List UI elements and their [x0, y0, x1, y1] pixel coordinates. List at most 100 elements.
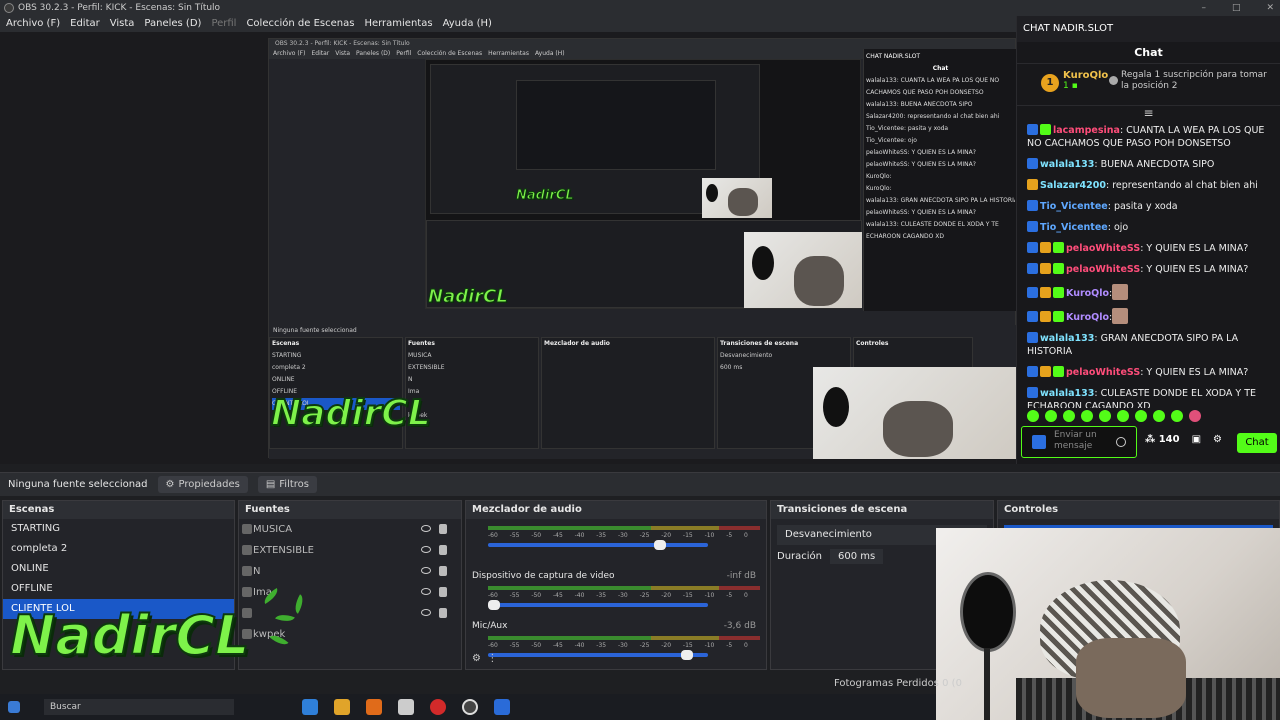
chat-username[interactable]: Salazar4200	[1040, 180, 1106, 191]
emote-icon[interactable]	[1171, 410, 1183, 422]
source-item[interactable]: MUSICA	[239, 519, 461, 540]
properties-button[interactable]: ⚙ Propiedades	[157, 476, 248, 493]
emote-icon[interactable]	[1135, 410, 1147, 422]
brave-icon[interactable]	[366, 699, 382, 715]
mini-menu-item: Herramientas	[488, 50, 529, 57]
emote-icon[interactable]	[1189, 410, 1201, 422]
mini-chat-line: walala133: BUENA ANECDOTA SIPO	[866, 101, 973, 108]
crown-badge-icon	[1040, 287, 1051, 298]
chat-username[interactable]: pelaoWhiteSS	[1066, 243, 1140, 254]
edge-icon[interactable]	[302, 699, 318, 715]
eye-icon[interactable]	[421, 609, 431, 616]
chat-username[interactable]: walala133	[1040, 159, 1094, 170]
window-title: OBS 30.2.3 - Perfil: KICK - Escenas: Sin…	[18, 3, 221, 13]
emote-icon[interactable]	[1153, 410, 1165, 422]
chat-username[interactable]: walala133	[1040, 333, 1094, 344]
chat-text: : Y QUIEN ES LA MINA?	[1140, 264, 1249, 275]
chat-username[interactable]: lacampesina	[1053, 125, 1120, 136]
menu-item[interactable]: Vista	[110, 16, 135, 32]
minimize-icon[interactable]: –	[1201, 0, 1206, 16]
duration-input[interactable]: 600 ms	[830, 549, 884, 564]
chat-username[interactable]: Tio_Vicentee	[1040, 222, 1108, 233]
mixer-title: Mezclador de audio	[466, 501, 766, 519]
fader-knob[interactable]	[681, 650, 694, 660]
chat-input[interactable]: Enviar un mensaje	[1021, 426, 1137, 458]
menu-item[interactable]: Ayuda (H)	[443, 16, 492, 32]
mixer-channel: Mic/Aux -3,6 dB -60 -55 -50 -45 -40 -35 -30 -25 -2…	[466, 619, 766, 669]
chat-message: Tio_Vicentee: pasita y xoda	[1027, 196, 1265, 217]
chat-username[interactable]: KuroQlo	[1066, 288, 1109, 299]
eye-icon[interactable]	[421, 525, 431, 532]
emote-icon[interactable]	[1063, 410, 1075, 422]
emote-icon[interactable]	[1081, 410, 1093, 422]
filters-button[interactable]: ▤ Filtros	[257, 476, 318, 493]
chat-username[interactable]: walala133	[1040, 388, 1094, 399]
eye-icon[interactable]	[421, 567, 431, 574]
tick-label: -40	[574, 532, 585, 539]
app-icon[interactable]	[494, 699, 510, 715]
gear-icon[interactable]: ⚙	[1213, 434, 1222, 445]
emote-icon[interactable]	[1045, 410, 1057, 422]
store-icon[interactable]: ▣	[1192, 434, 1201, 445]
lock-icon[interactable]	[439, 545, 447, 555]
chat-username[interactable]: KuroQlo	[1066, 312, 1109, 323]
chat-username[interactable]: Tio_Vicentee	[1040, 201, 1108, 212]
kick-badge-icon	[1027, 242, 1038, 253]
scene-item[interactable]: ONLINE	[3, 559, 234, 579]
source-item[interactable]	[239, 603, 461, 624]
chat-window-title: CHAT NADIR.SLOT	[1017, 16, 1280, 42]
menu-item[interactable]: Perfil	[211, 16, 236, 32]
emoji-icon[interactable]	[1116, 437, 1126, 447]
menu-item[interactable]: Editar	[70, 16, 100, 32]
maximize-icon[interactable]: □	[1232, 0, 1241, 16]
eye-icon[interactable]	[421, 546, 431, 553]
tick-label: -45	[552, 642, 563, 649]
chat-username[interactable]: pelaoWhiteSS	[1066, 264, 1140, 275]
preview-canvas[interactable]: OBS 30.2.3 - Perfil: KICK - Escenas: Sin…	[0, 32, 1017, 464]
obs-icon[interactable]	[462, 699, 478, 715]
emote-icon[interactable]	[1027, 410, 1039, 422]
chevron-down-icon[interactable]: ≡	[1017, 106, 1280, 120]
scene-item[interactable]: completa 2	[3, 539, 234, 559]
mini-selbar: Ninguna fuente seleccionad	[273, 327, 357, 334]
menu-item[interactable]: Herramientas	[364, 16, 432, 32]
menu-item[interactable]: Archivo (F)	[6, 16, 60, 32]
gr-badge-icon	[1040, 124, 1051, 135]
mini-chat-line: walala133: CUANTA LA WEA PA LOS QUE NO	[866, 77, 1000, 84]
windows-start-icon[interactable]	[8, 701, 20, 713]
source-item[interactable]: EXTENSIBLE	[239, 540, 461, 561]
fader-knob[interactable]	[488, 600, 500, 610]
taskbar-search[interactable]: Buscar	[44, 699, 234, 715]
tick-label: 0	[744, 592, 748, 599]
more-icon[interactable]: ⋮	[487, 653, 497, 664]
lock-icon[interactable]	[439, 524, 447, 534]
emote-icon[interactable]	[1117, 410, 1129, 422]
lock-icon[interactable]	[439, 566, 447, 576]
chat-username[interactable]: pelaoWhiteSS	[1066, 367, 1140, 378]
menu-item[interactable]: Paneles (D)	[144, 16, 201, 32]
gr-badge-icon	[1053, 242, 1064, 253]
tick-label: -60	[488, 642, 498, 649]
explorer-icon[interactable]	[334, 699, 350, 715]
volume-fader[interactable]	[488, 600, 708, 610]
eye-icon[interactable]	[421, 588, 431, 595]
store-icon[interactable]	[398, 699, 414, 715]
scene-item[interactable]: STARTING	[3, 519, 234, 539]
tick-label: -60	[488, 532, 498, 539]
volume-fader[interactable]	[488, 540, 708, 550]
scene-item[interactable]: OFFLINE	[3, 579, 234, 599]
source-item[interactable]: N	[239, 561, 461, 582]
close-icon[interactable]: ✕	[1266, 0, 1274, 16]
fader-knob[interactable]	[654, 540, 667, 550]
lock-icon[interactable]	[439, 587, 447, 597]
emote-icon[interactable]	[1099, 410, 1111, 422]
lock-icon[interactable]	[439, 608, 447, 618]
mini-webcam-3	[813, 367, 1017, 459]
chat-send-button[interactable]: Chat	[1237, 433, 1277, 453]
filters-label: Filtros	[279, 479, 310, 490]
points-display[interactable]: ⁂ 140	[1145, 434, 1180, 445]
menu-item[interactable]: Colección de Escenas	[246, 16, 354, 32]
opera-icon[interactable]	[430, 699, 446, 715]
volume-fader[interactable]	[488, 650, 708, 660]
gear-icon[interactable]: ⚙	[472, 653, 481, 664]
